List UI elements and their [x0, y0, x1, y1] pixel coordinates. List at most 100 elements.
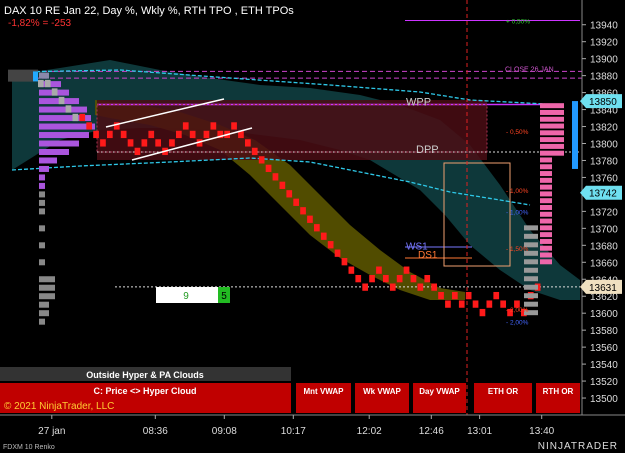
right-tpo-grey	[524, 284, 538, 290]
x-tick-label: 08:36	[143, 426, 168, 437]
right-tpo-pink	[540, 177, 552, 183]
brick	[320, 232, 327, 240]
tpo-row	[39, 310, 49, 317]
brick	[134, 147, 141, 156]
right-tpo-pink	[540, 238, 552, 244]
right-blue-bar	[572, 101, 578, 169]
tpo-row	[39, 191, 45, 198]
brick	[424, 275, 431, 283]
tpo-row	[39, 242, 45, 249]
tpo-row	[39, 208, 45, 215]
brick	[148, 130, 155, 139]
brick	[65, 105, 72, 113]
tpo-row	[39, 165, 49, 172]
right-tpo-grey	[524, 225, 538, 231]
right-tpo-pink	[540, 211, 552, 217]
brick	[272, 173, 279, 181]
brick	[279, 181, 286, 189]
brick	[44, 79, 51, 88]
y-tick-label: 13500	[590, 394, 618, 405]
right-tpo-grey	[524, 267, 538, 273]
brick	[58, 96, 65, 105]
brick	[417, 283, 424, 291]
brick	[127, 139, 134, 147]
brick	[293, 198, 299, 206]
brick	[403, 266, 410, 274]
brick	[355, 275, 362, 283]
instrument-label: FDXM 10 Renko	[3, 444, 55, 451]
y-tick-label: 13900	[590, 55, 618, 66]
right-tpo-pink	[540, 164, 552, 170]
right-tpo-pink	[540, 198, 552, 204]
pct-label: - 2,00%	[506, 320, 529, 327]
brick	[286, 190, 293, 198]
right-tpo-pink	[540, 252, 552, 258]
tpo-row	[39, 293, 55, 300]
right-tpo-pink	[540, 171, 552, 177]
right-tpo-pink	[540, 191, 552, 197]
brick	[438, 291, 444, 300]
brick	[100, 139, 106, 147]
tpo-row	[39, 259, 45, 266]
x-tick-label: 10:17	[281, 426, 306, 437]
brick	[86, 122, 92, 130]
price-cloud-label: C: Price <> Hyper Cloud	[93, 386, 196, 396]
brick	[493, 291, 500, 300]
brick	[389, 283, 396, 291]
brick	[369, 275, 375, 283]
right-tpo-pink	[540, 225, 552, 231]
x-tick-label: 12:02	[357, 426, 382, 437]
copyright: © 2021 NinjaTrader, LLC	[4, 401, 114, 412]
pct-label: - 2,00%	[506, 307, 529, 314]
tpo-row	[39, 301, 49, 308]
outside-label: Outside Hyper & PA Clouds	[86, 370, 204, 380]
right-tpo-grey	[524, 276, 538, 282]
vwap-buttons: Mnt VWAP Wk VWAP Day VWAP ETH OR RTH OR	[296, 383, 580, 413]
brick	[410, 275, 417, 283]
brick	[327, 241, 334, 249]
brick	[348, 266, 355, 274]
brick	[265, 164, 272, 172]
pct-label: - 0,50%	[506, 129, 529, 136]
brick	[79, 113, 86, 122]
brick	[203, 130, 210, 139]
brick	[251, 147, 258, 156]
brick	[51, 88, 58, 96]
renko-chart: 1350013520135401356013580136001362013640…	[0, 0, 625, 453]
vwap-button-label: ETH OR	[488, 387, 518, 396]
brick	[486, 300, 493, 308]
brick	[472, 300, 479, 308]
y-tick-label: 13520	[590, 377, 618, 388]
y-tick-label: 13600	[590, 309, 618, 320]
brick	[396, 275, 403, 283]
brick	[258, 156, 265, 164]
price-tag-label: 13742	[589, 189, 617, 200]
tpo-row	[39, 182, 45, 189]
vwap-button-label: Day VWAP	[419, 387, 460, 396]
brick	[210, 122, 217, 130]
brick-counter: 9 5	[156, 287, 230, 303]
brick	[307, 215, 313, 223]
pct-label: - 1,50%	[506, 246, 529, 253]
y-tick-label: 13940	[590, 21, 618, 32]
y-tick-label: 13720	[590, 207, 618, 218]
price-tag-label: 13631	[589, 283, 617, 294]
right-tpo-pink	[540, 157, 552, 163]
brick	[445, 300, 451, 308]
y-tick-label: 13800	[590, 140, 618, 151]
tpo-row	[39, 132, 89, 139]
tpo-row	[39, 140, 79, 147]
brick	[431, 283, 437, 291]
right-tpo-pink	[540, 259, 552, 265]
tpo-row	[39, 72, 49, 79]
brick	[334, 249, 341, 257]
right-tpo-grey	[524, 293, 538, 299]
y-tick-label: 13680	[590, 241, 618, 252]
vwap-button-label: Wk VWAP	[363, 387, 401, 396]
right-tpo-pink	[540, 116, 564, 122]
right-tpo-pink	[540, 143, 564, 149]
y-tick-label: 13700	[590, 224, 618, 235]
level-label: CLOSE 26 JAN	[505, 67, 554, 74]
vwap-button-label: RTH OR	[543, 387, 574, 396]
right-tpo-pink	[540, 137, 564, 143]
